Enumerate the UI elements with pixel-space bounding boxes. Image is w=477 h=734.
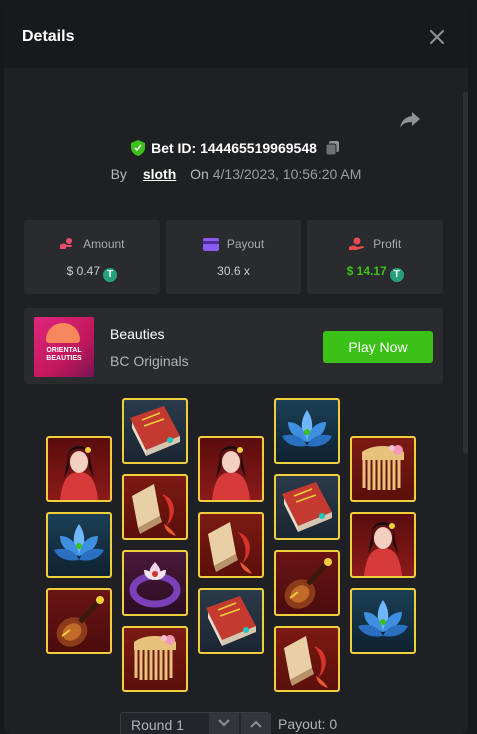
slot-tile-book <box>198 588 264 654</box>
slot-tile-lady <box>46 436 112 502</box>
lotus-icon <box>276 400 338 462</box>
slot-tile-lotus <box>350 588 416 654</box>
slot-tile-comb <box>122 626 188 692</box>
lute-icon <box>48 590 110 652</box>
round-prev-button[interactable] <box>209 713 239 734</box>
book-icon <box>200 590 262 652</box>
bet-details-modal: Details Bet ID: 144465519969548 By sloth… <box>4 6 468 734</box>
slot-tile-lotus <box>274 398 340 464</box>
lotus-icon <box>48 514 110 576</box>
slot-tile-comb <box>350 436 416 502</box>
round-next-button[interactable] <box>241 713 271 734</box>
fish-icon <box>276 628 338 690</box>
lute-icon <box>276 552 338 614</box>
fish-icon <box>124 476 186 538</box>
slot-tile-fish <box>198 512 264 578</box>
round-payout: Payout: 0 <box>278 716 338 732</box>
comb-icon <box>124 628 186 690</box>
book-icon <box>276 476 338 538</box>
lotus-icon <box>352 590 414 652</box>
slot-tile-lady <box>198 436 264 502</box>
slot-tile-lute <box>274 550 340 616</box>
slot-tile-lute <box>46 588 112 654</box>
slot-tile-lotus <box>46 512 112 578</box>
fish-icon <box>200 514 262 576</box>
slot-tile-book <box>274 474 340 540</box>
round-selector: Round 1 <box>120 712 271 734</box>
lady-icon <box>200 438 262 500</box>
round-label: Round 1 <box>131 717 184 733</box>
lady-icon <box>352 514 414 576</box>
lady-icon <box>48 438 110 500</box>
comb-icon <box>352 438 414 500</box>
slot-tile-book <box>122 398 188 464</box>
bracelet-icon <box>124 552 186 614</box>
slot-tile-fish <box>274 626 340 692</box>
slot-result-grid <box>4 6 468 734</box>
slot-tile-fish <box>122 474 188 540</box>
slot-tile-lady <box>350 512 416 578</box>
book-icon <box>124 400 186 462</box>
slot-tile-bracelet <box>122 550 188 616</box>
